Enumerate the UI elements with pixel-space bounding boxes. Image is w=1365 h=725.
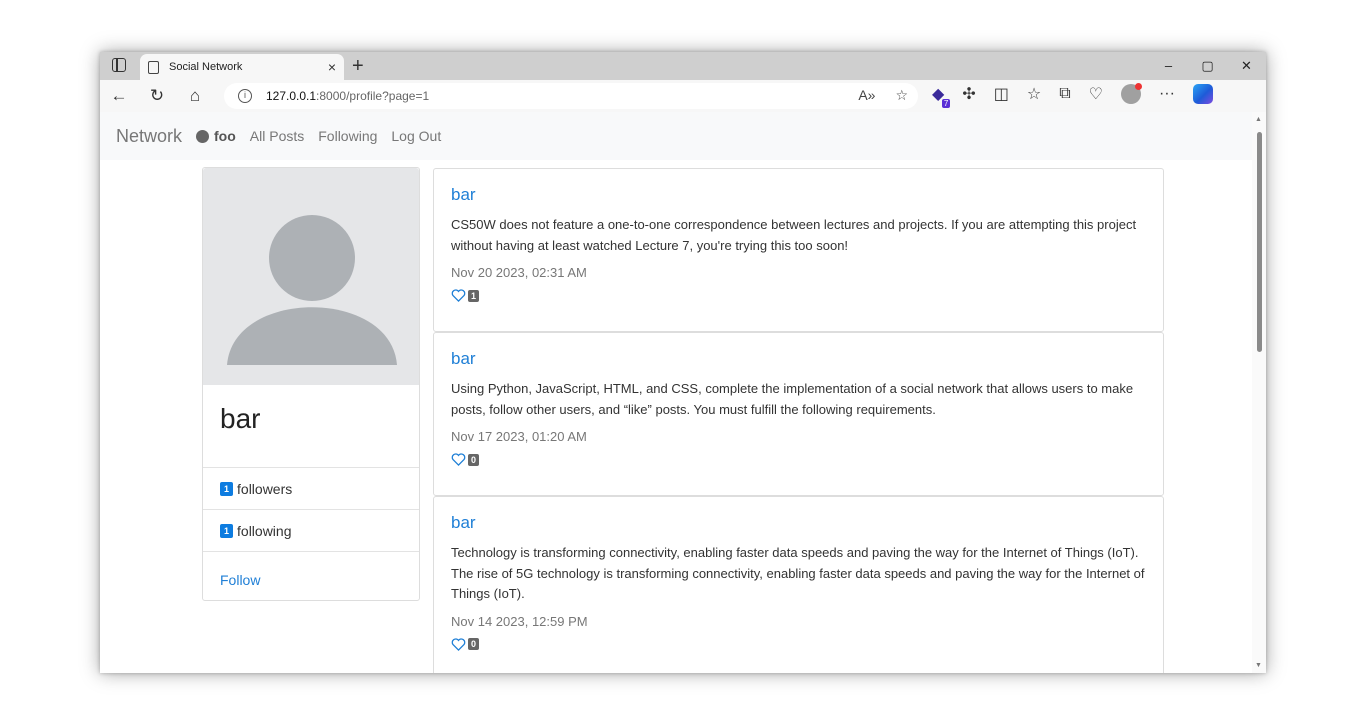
extension-badge: 7 bbox=[941, 99, 951, 108]
post-likes: 1 bbox=[451, 289, 1146, 302]
nav-log-out[interactable]: Log Out bbox=[391, 128, 441, 144]
nav-following[interactable]: Following bbox=[318, 128, 377, 144]
user-circle-icon bbox=[196, 129, 210, 143]
more-icon[interactable]: ··· bbox=[1159, 85, 1175, 103]
home-icon[interactable]: ⌂ bbox=[176, 86, 214, 106]
post-date: Nov 20 2023, 02:31 AM bbox=[451, 265, 587, 280]
following-count-badge: 1 bbox=[220, 523, 234, 538]
profile-card: bar 1 followers 1 following Follow bbox=[202, 167, 420, 601]
profile-name: bar bbox=[220, 403, 261, 434]
followers-label: followers bbox=[237, 480, 293, 497]
post-card: bar CS50W does not feature a one-to-one … bbox=[433, 168, 1164, 332]
browser-essentials-icon[interactable]: ♡ bbox=[1089, 84, 1103, 104]
close-window-button[interactable]: ✕ bbox=[1227, 52, 1266, 80]
post-likes: 0 bbox=[451, 637, 1146, 651]
post-author-link[interactable]: bar bbox=[451, 349, 1146, 369]
tab-actions-icon[interactable] bbox=[112, 58, 126, 72]
favorite-star-icon[interactable]: ☆ bbox=[895, 87, 908, 104]
username-label: foo bbox=[214, 128, 236, 144]
following-label: following bbox=[237, 522, 292, 539]
back-icon[interactable]: ← bbox=[100, 86, 138, 106]
browser-tab[interactable]: Social Network × bbox=[140, 54, 344, 80]
post-author-link[interactable]: bar bbox=[451, 513, 1146, 533]
page-icon bbox=[148, 60, 159, 74]
address-bar[interactable]: i 127.0.0.1 :8000/profile?page=1 A» ☆ bbox=[224, 83, 918, 109]
window-controls: – ▢ ✕ bbox=[1149, 52, 1266, 80]
followers-count-badge: 1 bbox=[220, 481, 234, 496]
collections-icon[interactable]: ⧉ bbox=[1059, 85, 1070, 103]
url-path: :8000/profile?page=1 bbox=[316, 89, 430, 103]
current-user[interactable]: foo bbox=[196, 128, 236, 144]
post-date: Nov 14 2023, 12:59 PM bbox=[451, 613, 588, 629]
favorites-icon[interactable]: ☆ bbox=[1027, 84, 1041, 104]
site-info-icon[interactable]: i bbox=[238, 89, 252, 103]
scroll-up-icon[interactable]: ▲ bbox=[1255, 116, 1262, 123]
site-navbar: Network foo All Posts Following Log Out bbox=[100, 112, 1266, 160]
heart-icon[interactable] bbox=[451, 637, 466, 651]
brand-link[interactable]: Network bbox=[116, 126, 182, 147]
vertical-scrollbar[interactable]: ▲ ▼ bbox=[1252, 112, 1266, 673]
split-screen-icon[interactable]: ◫ bbox=[994, 84, 1009, 104]
post-date: Nov 17 2023, 01:20 AM bbox=[451, 429, 587, 444]
post-content: CS50W does not feature a one-to-one corr… bbox=[451, 217, 1137, 253]
post-likes: 0 bbox=[451, 453, 1146, 466]
page-viewport: Network foo All Posts Following Log Out … bbox=[100, 112, 1266, 673]
copilot-icon[interactable] bbox=[1192, 84, 1213, 104]
browser-toolbar: ← ↻ ⌂ i 127.0.0.1 :8000/profile?page=1 A… bbox=[100, 80, 1266, 112]
scrollbar-thumb[interactable] bbox=[1257, 132, 1262, 352]
like-count-badge: 1 bbox=[468, 289, 480, 302]
url-host: 127.0.0.1 bbox=[266, 89, 317, 103]
post-author-link[interactable]: bar bbox=[451, 185, 1146, 205]
heart-icon[interactable] bbox=[451, 453, 466, 466]
post-card: bar Technology is transforming connectiv… bbox=[433, 496, 1164, 673]
refresh-icon[interactable]: ↻ bbox=[138, 86, 176, 106]
heart-icon[interactable] bbox=[451, 289, 466, 302]
extension-icon[interactable]: ◆ 7 bbox=[932, 84, 951, 108]
post-card: bar Using Python, JavaScript, HTML, and … bbox=[433, 332, 1164, 496]
scroll-down-icon[interactable]: ▼ bbox=[1255, 662, 1262, 669]
like-count-badge: 0 bbox=[468, 453, 480, 466]
toolbar-icons: ◆ 7 ✣ ◫ ☆ ⧉ ♡ ··· bbox=[932, 83, 1213, 108]
followers-stat: 1 followers bbox=[203, 467, 419, 509]
extensions-puzzle-icon[interactable]: ✣ bbox=[962, 84, 975, 104]
new-tab-button[interactable]: + bbox=[352, 54, 364, 78]
tab-title: Social Network bbox=[169, 61, 243, 73]
following-stat: 1 following bbox=[203, 509, 419, 551]
minimize-button[interactable]: – bbox=[1149, 52, 1188, 80]
profile-avatar-image bbox=[203, 168, 419, 385]
restore-button[interactable]: ▢ bbox=[1188, 52, 1227, 80]
browser-window: Social Network × + – ▢ ✕ ← ↻ ⌂ i 127.0.0… bbox=[100, 52, 1266, 673]
profile-avatar-icon[interactable] bbox=[1120, 83, 1142, 104]
nav-all-posts[interactable]: All Posts bbox=[250, 128, 304, 144]
close-tab-icon[interactable]: × bbox=[328, 59, 336, 75]
post-content: Technology is transforming connectivity,… bbox=[451, 545, 1145, 601]
post-content: Using Python, JavaScript, HTML, and CSS,… bbox=[451, 381, 1134, 417]
follow-button[interactable]: Follow bbox=[203, 551, 419, 607]
like-count-badge: 0 bbox=[468, 638, 480, 650]
tab-bar: Social Network × + – ▢ ✕ bbox=[100, 52, 1266, 80]
read-aloud-icon[interactable]: A» bbox=[858, 87, 875, 104]
